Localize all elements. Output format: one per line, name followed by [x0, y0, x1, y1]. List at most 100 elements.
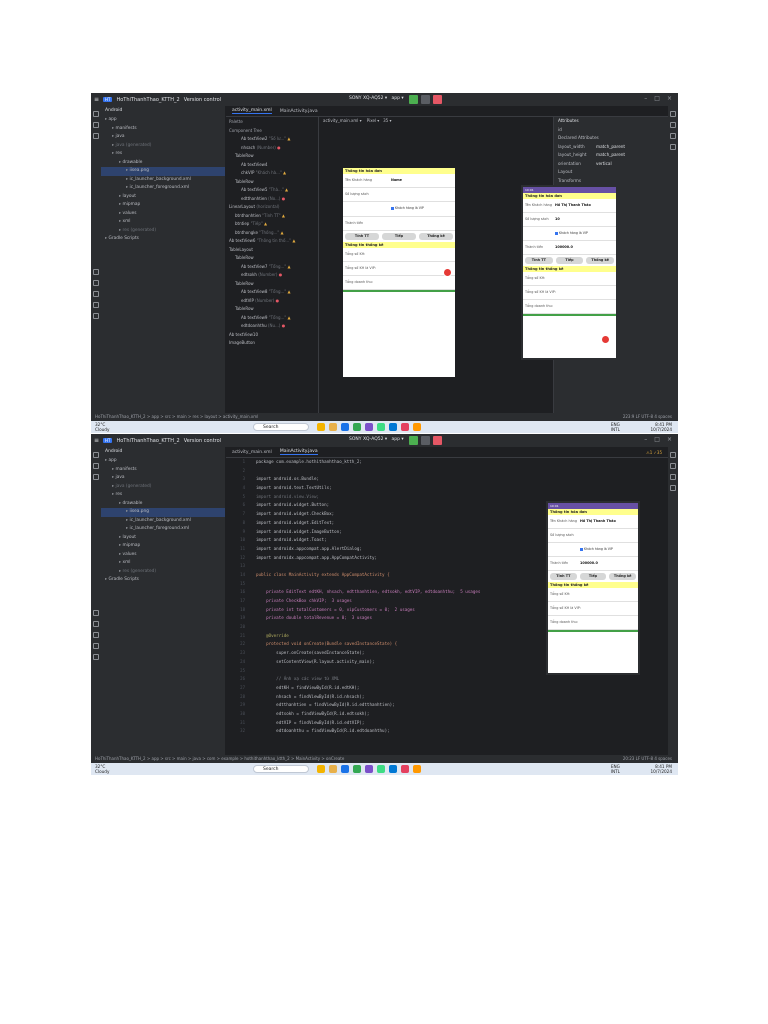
component-tree-item[interactable]: btntiep "Tiếp" ▲ — [226, 220, 318, 229]
terminal-tool-icon[interactable] — [93, 302, 99, 308]
logcat-tool-icon-2[interactable] — [93, 632, 99, 638]
code-line[interactable]: // Ánh xạ các view từ XML — [256, 675, 668, 684]
more-tools-icon-2[interactable] — [93, 474, 99, 480]
list-item[interactable]: ▸ ic_launcher_background.xml — [101, 517, 225, 526]
field-customer-name[interactable]: Tên Khách hàng Name — [343, 174, 455, 188]
code-line[interactable]: edtthanhtien = findViewById(R.id.edtthan… — [256, 701, 668, 710]
status-position[interactable]: 223:9 LF UTF-8 4 spaces — [623, 413, 672, 421]
notifications-icon-2[interactable] — [670, 452, 676, 458]
edge-icon-2[interactable] — [341, 765, 349, 773]
gradle-icon[interactable] — [670, 122, 676, 128]
list-item[interactable]: ▸ layout — [101, 193, 225, 202]
device-selector-2[interactable]: SONY XQ-AQ52 ▾ app ▾ — [349, 437, 404, 442]
component-tree-item[interactable]: TableLayout — [226, 246, 318, 255]
attribute-row[interactable]: id — [554, 126, 669, 135]
language-indicator[interactable]: ENG INTL — [611, 422, 620, 432]
list-item[interactable]: ▸ layout — [101, 534, 225, 543]
component-tree-item[interactable]: TableRow — [226, 152, 318, 161]
running-devices-icon[interactable] — [670, 144, 676, 150]
component-tree-item[interactable]: Ab textView9 "Tổng..." ▲ — [226, 314, 318, 323]
list-item[interactable]: ▸ drawable — [101, 159, 225, 168]
component-tree-item[interactable]: TableRow — [226, 254, 318, 263]
run-tool-icon[interactable] — [93, 280, 99, 286]
close-icon-2[interactable]: × — [667, 436, 672, 443]
tab-main-activity-java[interactable]: MainActivity.java — [280, 109, 318, 114]
list-item[interactable]: ▸ ic_launcher_background.xml — [101, 176, 225, 185]
chrome-icon-2[interactable] — [353, 765, 361, 773]
device-manager-icon-2[interactable] — [670, 474, 676, 480]
run-icon[interactable] — [409, 95, 418, 104]
component-tree-item[interactable]: Ab textView5 "Thà..." ▲ — [226, 186, 318, 195]
attribute-row[interactable]: Declared Attributes — [554, 134, 669, 143]
list-item[interactable]: ▸ xml — [101, 559, 225, 568]
app-icon-b-2[interactable] — [413, 765, 421, 773]
next-button[interactable]: Tiếp — [382, 233, 416, 240]
list-item[interactable]: ▸ manifests — [101, 125, 225, 134]
list-item[interactable]: ▸ iisea.png — [101, 167, 225, 176]
notifications-icon[interactable] — [670, 111, 676, 117]
emu2-vip-checkbox[interactable]: Khách hàng là VIP — [580, 547, 613, 551]
component-tree-item[interactable]: chkVIP "Khách hà..." ▲ — [226, 169, 318, 178]
component-tree-item[interactable]: btnthongke "Thống..." ▲ — [226, 229, 318, 238]
component-tree-item[interactable]: edtdoanhthu (Nu...) ● — [226, 322, 318, 331]
project-name[interactable]: HoThiThanhThao_KTTH_2 — [116, 97, 179, 103]
emu2-statistics-button[interactable]: Thống kê — [609, 573, 637, 580]
file-explorer-icon-2[interactable] — [329, 765, 337, 773]
build-tool-icon[interactable] — [93, 269, 99, 275]
project-tool-icon-2[interactable] — [93, 452, 99, 458]
vscode-icon[interactable] — [365, 423, 373, 431]
code-line[interactable] — [256, 467, 668, 476]
component-tree-item[interactable]: ImageButton — [226, 339, 318, 348]
attribute-row[interactable]: Transforms — [554, 177, 669, 186]
list-item[interactable]: ▸ java — [101, 474, 225, 483]
status-position-2[interactable]: 20:23 LF UTF-8 4 spaces — [623, 755, 672, 763]
android-studio-icon[interactable] — [377, 423, 385, 431]
component-tree-item[interactable]: edtVIP (Number) ● — [226, 297, 318, 306]
component-tree-item[interactable]: Ab textView8 "Tổng..." ▲ — [226, 288, 318, 297]
stop-icon[interactable] — [433, 95, 442, 104]
debug-icon[interactable] — [421, 95, 430, 104]
emu2-field-book-quantity[interactable]: Số lượng sách — [548, 529, 638, 543]
stop-icon-2[interactable] — [433, 436, 442, 445]
vscode-icon-2[interactable] — [365, 765, 373, 773]
status-breadcrumb-2[interactable]: HoThiThanhThao_KTTH_2 > app > src > main… — [95, 756, 344, 761]
component-tree-item[interactable]: btnthanhtien "Tính TT" ▲ — [226, 212, 318, 221]
tab-main-activity-java-2[interactable]: MainActivity.java — [279, 449, 318, 455]
emu-statistics-button[interactable]: Thống kê — [586, 257, 615, 264]
code-line[interactable]: package com.example.hothithanhthao_ktth_… — [256, 458, 668, 467]
list-item[interactable]: ▸ java (generated) — [101, 483, 225, 492]
app-icon-a-2[interactable] — [401, 765, 409, 773]
gradle-icon-2[interactable] — [670, 463, 676, 469]
code-line[interactable]: edtVIP = findViewById(R.id.edtVIP); — [256, 719, 668, 728]
list-item[interactable]: ▸ mipmap — [101, 201, 225, 210]
list-item[interactable]: ▸ res (generated) — [101, 568, 225, 577]
status-breadcrumb[interactable]: HoThiThanhThao_KTTH_2 > app > src > main… — [95, 414, 258, 419]
language-indicator-2[interactable]: ENG INTL — [611, 764, 620, 774]
list-item[interactable]: ▸ res — [101, 150, 225, 159]
attribute-row[interactable]: layout_width match_parent — [554, 143, 669, 152]
emu2-next-button[interactable]: Tiếp — [579, 573, 607, 580]
version-control-2[interactable]: Version control — [184, 438, 221, 444]
attribute-row[interactable]: layout_height match_parent — [554, 151, 669, 160]
emu2-calculate-button[interactable]: Tính TT — [550, 573, 577, 580]
list-item[interactable]: ▸ res — [101, 491, 225, 500]
code-line[interactable]: edtdoanhthu = findViewById(R.id.edtdoanh… — [256, 727, 668, 736]
list-item[interactable]: ▸ iisea.png — [101, 508, 225, 517]
widgets-icon-2[interactable] — [317, 765, 325, 773]
component-tree-item[interactable]: nhsach (Number) ● — [226, 144, 318, 153]
store-icon-2[interactable] — [389, 765, 397, 773]
android-studio-icon-2[interactable] — [377, 765, 385, 773]
system-clock[interactable]: 8:41 PM 10/7/2024 — [651, 422, 672, 432]
debug-icon-2[interactable] — [421, 436, 430, 445]
emu-field-book-quantity[interactable]: Số lượng sách 10 — [523, 213, 616, 227]
project-view-selector[interactable]: Android — [101, 106, 225, 116]
terminal-tool-icon-2[interactable] — [93, 643, 99, 649]
component-tree-item[interactable]: Ab textView7 "Tổng..." ▲ — [226, 263, 318, 272]
build-tool-icon-2[interactable] — [93, 610, 99, 616]
code-line[interactable]: nhsach = findViewById(R.id.nhsach); — [256, 693, 668, 702]
widgets-icon[interactable] — [317, 423, 325, 431]
edge-icon[interactable] — [341, 423, 349, 431]
list-item[interactable]: ▸ Gradle Scripts — [101, 235, 225, 244]
project-tool-icon[interactable] — [93, 111, 99, 117]
chrome-icon[interactable] — [353, 423, 361, 431]
